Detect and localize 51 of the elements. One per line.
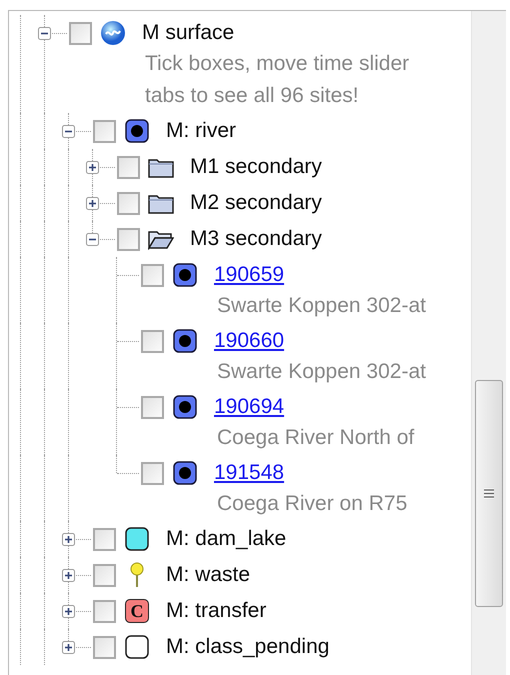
layer-label: M: waste <box>166 563 250 587</box>
checkbox[interactable] <box>93 600 116 622</box>
expand-toggle[interactable] <box>62 641 75 654</box>
site-link[interactable]: 191548 <box>214 461 284 485</box>
collapse-toggle[interactable] <box>86 233 99 246</box>
marker-icon <box>173 329 197 353</box>
expand-toggle[interactable] <box>86 161 99 174</box>
checkbox[interactable] <box>117 228 140 250</box>
checkbox[interactable] <box>93 120 116 142</box>
expand-toggle[interactable] <box>86 197 99 210</box>
checkbox[interactable] <box>117 156 140 178</box>
layer-label: M: transfer <box>166 599 266 623</box>
marker-icon <box>173 461 197 485</box>
layer-description: Swarte Koppen 302-at <box>217 359 426 385</box>
checkbox[interactable] <box>141 264 164 286</box>
layer-description: Tick boxes, move time slider tabs to see all 96 sites! <box>145 51 410 109</box>
checkbox[interactable] <box>141 462 164 484</box>
layer-label: M: class_pending <box>166 635 330 659</box>
checkbox[interactable] <box>141 396 164 418</box>
checkbox[interactable] <box>93 528 116 550</box>
site-link[interactable]: 190694 <box>214 395 284 419</box>
pin-icon <box>129 562 145 588</box>
layer-description: Coega River North of <box>217 425 414 451</box>
globe-icon <box>100 20 126 46</box>
expand-toggle[interactable] <box>62 605 75 618</box>
grip-icon <box>484 489 494 498</box>
expand-toggle[interactable] <box>62 533 75 546</box>
scrollbar[interactable] <box>471 11 506 675</box>
scroll-thumb[interactable] <box>475 380 503 607</box>
layer-label: M3 secondary <box>190 227 322 251</box>
expand-toggle[interactable] <box>62 569 75 582</box>
checkbox[interactable] <box>141 330 164 352</box>
letter-c-icon: C <box>125 599 149 623</box>
marker-icon <box>173 263 197 287</box>
checkbox[interactable] <box>69 22 92 44</box>
layer-label: M: river <box>166 119 236 143</box>
collapse-toggle[interactable] <box>38 27 51 40</box>
layer-label: M surface <box>142 21 234 45</box>
marker-icon <box>125 119 149 143</box>
collapse-toggle[interactable] <box>62 125 75 138</box>
layer-label: M1 secondary <box>190 155 322 179</box>
layer-description: Swarte Koppen 302-at <box>217 293 426 319</box>
site-link[interactable]: 190659 <box>214 263 284 287</box>
checkbox[interactable] <box>93 564 116 586</box>
checkbox[interactable] <box>117 192 140 214</box>
layer-label: M: dam_lake <box>166 527 286 551</box>
layer-description: Coega River on R75 <box>217 491 408 517</box>
layer-label: M2 secondary <box>190 191 322 215</box>
checkbox[interactable] <box>93 636 116 658</box>
site-link[interactable]: 190660 <box>214 329 284 353</box>
marker-icon <box>173 395 197 419</box>
